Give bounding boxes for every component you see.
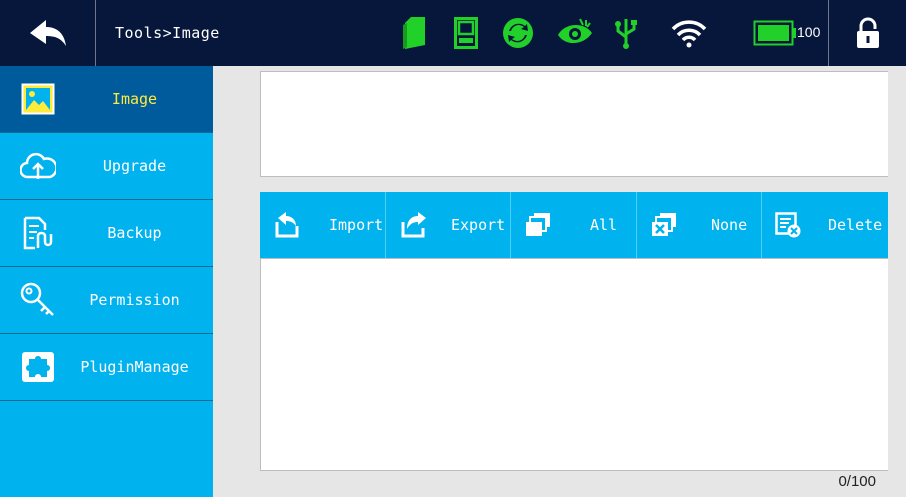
item-counter: 0/100 bbox=[838, 473, 876, 490]
key-icon bbox=[20, 282, 56, 318]
import-button[interactable]: Import bbox=[260, 192, 385, 258]
select-none-label: None bbox=[711, 216, 748, 234]
device-icon bbox=[453, 17, 479, 49]
select-all-label: All bbox=[590, 216, 618, 234]
import-label: Import bbox=[329, 216, 384, 234]
delete-list-icon bbox=[775, 212, 801, 238]
sidebar-item-label: Permission bbox=[89, 291, 180, 309]
puzzle-icon bbox=[20, 349, 56, 385]
usb-icon bbox=[612, 17, 640, 49]
deselect-icon bbox=[652, 213, 676, 236]
eye-icon bbox=[555, 17, 595, 49]
image-icon bbox=[20, 81, 56, 117]
sync-icon bbox=[500, 17, 536, 49]
lock-icon bbox=[856, 17, 879, 48]
sidebar-item-upgrade[interactable]: Upgrade bbox=[0, 133, 213, 200]
image-list[interactable] bbox=[260, 258, 888, 471]
delete-button[interactable]: Delete bbox=[762, 192, 888, 258]
delete-label: Delete bbox=[828, 216, 883, 234]
top-bar: Tools>Image 100 bbox=[0, 0, 906, 66]
status-icons: 100 bbox=[0, 0, 906, 66]
backup-file-icon bbox=[20, 215, 56, 251]
lock-button[interactable] bbox=[828, 0, 906, 66]
sidebar-item-pluginmanage[interactable]: PluginManage bbox=[0, 334, 213, 401]
export-button[interactable]: Export bbox=[386, 192, 510, 258]
sidebar-item-label: PluginManage bbox=[80, 358, 189, 376]
sidebar: Image Upgrade Backup Permission PluginMa… bbox=[0, 66, 213, 497]
import-icon bbox=[275, 212, 299, 238]
sidebar-item-label: Upgrade bbox=[102, 157, 167, 175]
sidebar-item-image[interactable]: Image bbox=[0, 66, 213, 133]
sd-card-icon bbox=[398, 17, 428, 49]
export-label: Export bbox=[451, 216, 506, 234]
battery-level: 100 bbox=[797, 24, 821, 40]
main-content: Import Export All None Delete 0/100 bbox=[213, 66, 906, 497]
action-toolbar: Import Export All None Delete bbox=[260, 192, 888, 258]
select-all-button[interactable]: All bbox=[511, 192, 636, 258]
export-icon bbox=[401, 212, 426, 238]
image-preview bbox=[260, 71, 888, 177]
stack-icon bbox=[526, 213, 550, 236]
wifi-icon bbox=[670, 17, 708, 49]
battery-icon bbox=[753, 17, 797, 49]
sidebar-item-permission[interactable]: Permission bbox=[0, 267, 213, 334]
select-none-button[interactable]: None bbox=[637, 192, 761, 258]
sidebar-item-label: Backup bbox=[107, 224, 162, 242]
sidebar-item-label: Image bbox=[111, 90, 158, 108]
sidebar-item-backup[interactable]: Backup bbox=[0, 200, 213, 267]
cloud-upload-icon bbox=[20, 148, 56, 184]
